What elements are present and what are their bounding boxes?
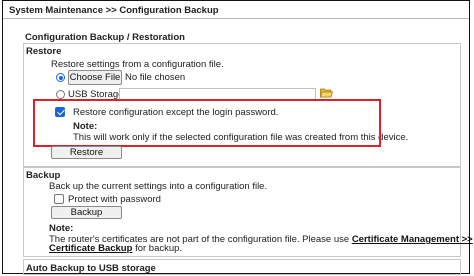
- window-frame: System Maintenance >> Configuration Back…: [2, 0, 473, 275]
- restore-description: Restore settings from a configuration fi…: [51, 59, 224, 70]
- restore-heading: Restore: [26, 46, 62, 57]
- restore-from-usb-radio[interactable]: [56, 90, 65, 99]
- backup-button[interactable]: Backup: [51, 206, 122, 219]
- certificate-management-link[interactable]: Certificate Management >>: [352, 234, 473, 245]
- backup-description: Back up the current settings into a conf…: [49, 181, 268, 192]
- backup-note-line2: Certificate Backup for backup.: [49, 243, 182, 254]
- backup-note-text-2: for backup.: [135, 243, 183, 254]
- folder-icon[interactable]: [319, 87, 334, 98]
- header-divider: [3, 18, 469, 19]
- page-title: System Maintenance >> Configuration Back…: [9, 5, 219, 16]
- backup-heading: Backup: [26, 170, 61, 181]
- choose-file-button[interactable]: Choose File: [68, 70, 122, 85]
- no-file-chosen-text: No file chosen: [125, 72, 186, 83]
- protect-with-password-label: Protect with password: [68, 194, 161, 205]
- restore-from-file-radio[interactable]: [56, 73, 65, 82]
- highlight-box: [33, 99, 381, 147]
- section-title: Configuration Backup / Restoration: [25, 32, 185, 43]
- protect-with-password-checkbox[interactable]: [54, 194, 64, 204]
- auto-backup-heading: Auto Backup to USB storage: [26, 263, 156, 274]
- certificate-backup-link[interactable]: Certificate Backup: [49, 243, 132, 254]
- restore-button[interactable]: Restore: [51, 146, 122, 159]
- backup-note-title: Note:: [49, 223, 74, 234]
